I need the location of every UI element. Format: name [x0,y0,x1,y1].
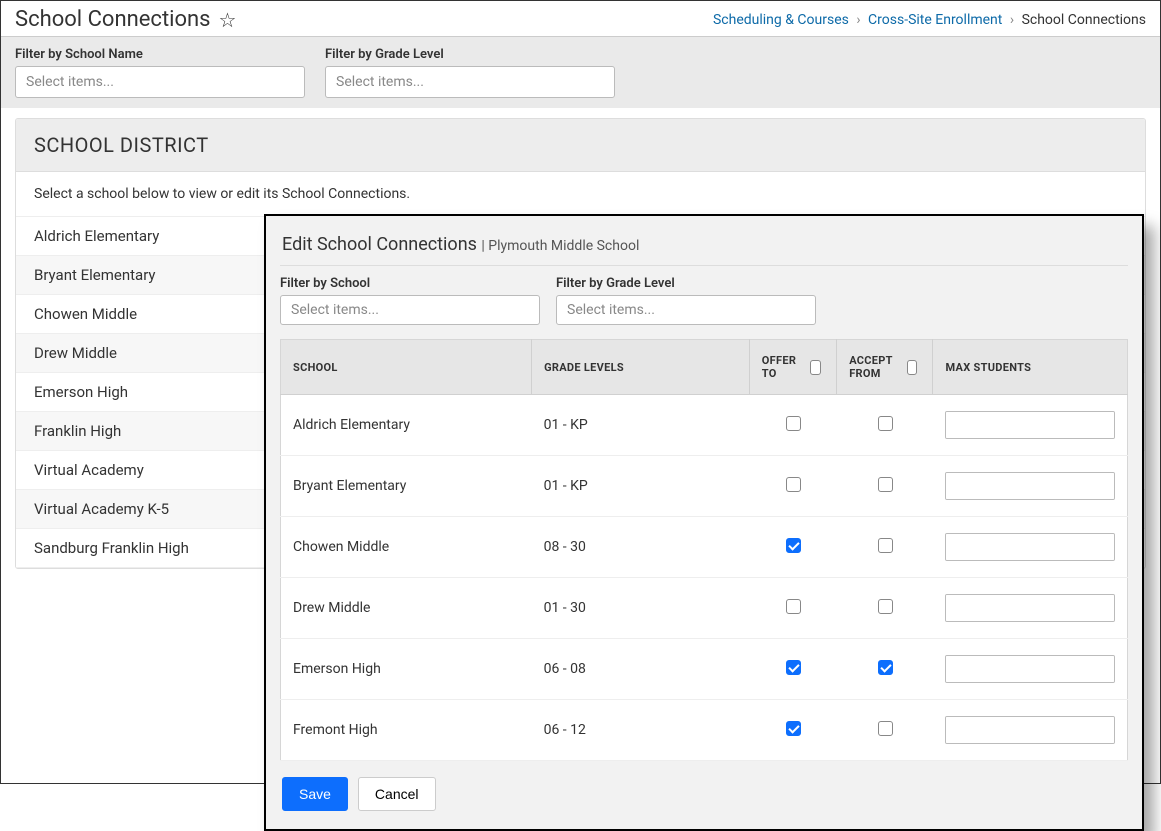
cell-grade-levels: 01 - KP [532,395,750,456]
max-students-stepper[interactable]: ▲▼ [945,594,1115,622]
accept-from-checkbox[interactable] [878,599,893,614]
page-title: School Connections ☆ [15,7,236,32]
cell-accept-from [837,639,933,700]
star-icon[interactable]: ☆ [219,8,237,32]
cell-school: Aldrich Elementary [281,395,532,456]
accept-from-checkbox[interactable] [878,660,893,675]
cell-max-students: ▲▼ [933,517,1128,578]
filters-bar: Filter by School Name Select items... Fi… [1,37,1160,108]
cell-grade-levels: 06 - 08 [532,639,750,700]
table-row: Fremont High06 - 12 ▲▼ [281,700,1128,761]
col-header-max[interactable]: MAX STUDENTS [933,340,1128,395]
table-row: Bryant Elementary01 - KP ▲▼ [281,456,1128,517]
cell-offer-to [749,517,836,578]
cell-grade-levels: 08 - 30 [532,517,750,578]
col-header-accept: ACCEPT FROM [837,340,933,395]
offer-to-all-checkbox[interactable] [810,360,821,375]
cell-school: Fremont High [281,700,532,761]
modal-filter-grade-input[interactable]: Select items... [556,295,816,325]
offer-to-checkbox[interactable] [786,599,801,614]
accept-from-checkbox[interactable] [878,477,893,492]
max-students-input[interactable] [946,412,1115,438]
col-header-offer: OFFER TO [749,340,836,395]
table-row: Emerson High06 - 08 ▲▼ [281,639,1128,700]
chevron-right-icon: › [856,12,860,28]
accept-from-checkbox[interactable] [878,538,893,553]
connections-table: SCHOOL GRADE LEVELS OFFER TO ACCEPT FROM [280,339,1128,761]
max-students-stepper[interactable]: ▲▼ [945,533,1115,561]
modal-filter-school-label: Filter by School [280,276,540,291]
cell-school: Emerson High [281,639,532,700]
cell-offer-to [749,639,836,700]
filter-grade-level-input[interactable]: Select items... [325,66,615,98]
cell-school: Chowen Middle [281,517,532,578]
cell-max-students: ▲▼ [933,395,1128,456]
max-students-input[interactable] [946,656,1115,682]
col-header-grade[interactable]: GRADE LEVELS [532,340,750,395]
breadcrumb-current: School Connections [1022,12,1146,28]
max-students-input[interactable] [946,534,1115,560]
accept-from-checkbox[interactable] [878,721,893,736]
cell-offer-to [749,456,836,517]
cell-offer-to [749,700,836,761]
district-hint: Select a school below to view or edit it… [16,172,1145,217]
cell-grade-levels: 06 - 12 [532,700,750,761]
offer-to-checkbox[interactable] [786,477,801,492]
filter-school-name-input[interactable]: Select items... [15,66,305,98]
page-title-text: School Connections [15,7,211,32]
accept-from-all-checkbox[interactable] [907,360,917,375]
modal-filter-grade-label: Filter by Grade Level [556,276,816,291]
district-title: SCHOOL DISTRICT [16,119,1145,172]
max-students-input[interactable] [946,473,1115,499]
cell-grade-levels: 01 - 30 [532,578,750,639]
offer-to-checkbox[interactable] [786,416,801,431]
offer-to-checkbox[interactable] [786,538,801,553]
max-students-stepper[interactable]: ▲▼ [945,655,1115,683]
cell-max-students: ▲▼ [933,639,1128,700]
cell-school: Drew Middle [281,578,532,639]
cell-accept-from [837,456,933,517]
cell-max-students: ▲▼ [933,456,1128,517]
col-header-school[interactable]: SCHOOL [281,340,532,395]
offer-to-checkbox[interactable] [786,660,801,675]
offer-to-checkbox[interactable] [786,721,801,736]
breadcrumb-link-cross-site[interactable]: Cross-Site Enrollment [868,12,1002,28]
modal-filter-school-input[interactable]: Select items... [280,295,540,325]
cell-school: Bryant Elementary [281,456,532,517]
cell-max-students: ▲▼ [933,700,1128,761]
max-students-input[interactable] [946,717,1115,743]
save-button[interactable]: Save [282,777,348,811]
filter-grade-level-label: Filter by Grade Level [325,47,615,62]
cell-accept-from [837,578,933,639]
max-students-input[interactable] [946,595,1115,621]
cancel-button[interactable]: Cancel [358,777,436,811]
table-row: Drew Middle01 - 30 ▲▼ [281,578,1128,639]
max-students-stepper[interactable]: ▲▼ [945,472,1115,500]
edit-school-connections-modal: Edit School Connections | Plymouth Middl… [264,214,1144,831]
chevron-right-icon: › [1010,12,1014,28]
accept-from-checkbox[interactable] [878,416,893,431]
cell-offer-to [749,395,836,456]
cell-accept-from [837,517,933,578]
cell-grade-levels: 01 - KP [532,456,750,517]
cell-offer-to [749,578,836,639]
table-row: Chowen Middle08 - 30 ▲▼ [281,517,1128,578]
max-students-stepper[interactable]: ▲▼ [945,411,1115,439]
filter-school-name-label: Filter by School Name [15,47,305,62]
modal-title: Edit School Connections | Plymouth Middl… [280,226,1128,266]
max-students-stepper[interactable]: ▲▼ [945,716,1115,744]
breadcrumb-link-scheduling[interactable]: Scheduling & Courses [713,12,849,28]
cell-accept-from [837,700,933,761]
cell-accept-from [837,395,933,456]
cell-max-students: ▲▼ [933,578,1128,639]
table-row: Aldrich Elementary01 - KP ▲▼ [281,395,1128,456]
breadcrumb: Scheduling & Courses › Cross-Site Enroll… [713,12,1146,28]
